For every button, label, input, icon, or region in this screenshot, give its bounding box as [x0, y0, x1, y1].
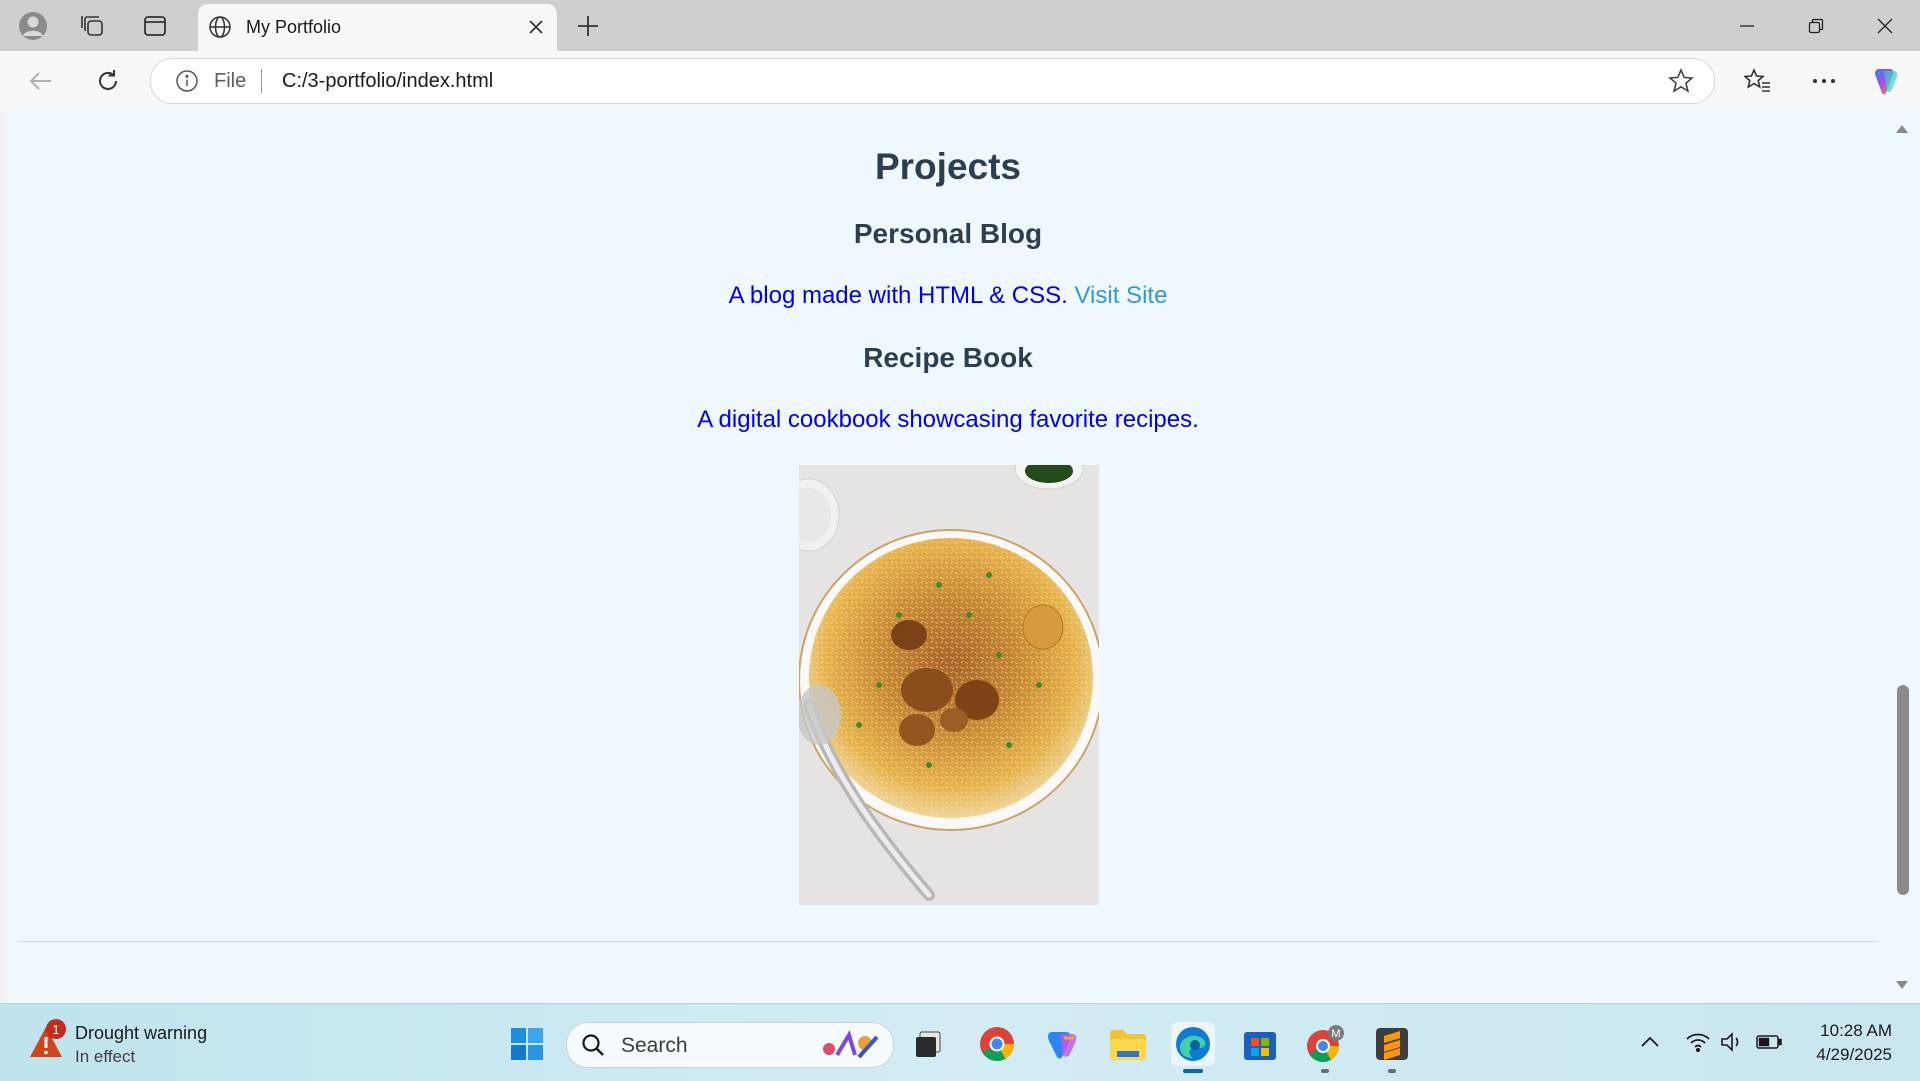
favorite-star-icon[interactable] — [1668, 68, 1694, 94]
url-scheme-label: File — [214, 70, 247, 92]
page-viewport: Projects Personal Blog A blog made with … — [6, 110, 1896, 1003]
edge-app[interactable] — [1171, 1022, 1215, 1073]
search-icon — [582, 1034, 604, 1056]
chrome-app[interactable] — [975, 1022, 1019, 1066]
chrome-icon — [980, 1027, 1014, 1061]
more-options-icon[interactable] — [1804, 61, 1844, 101]
scrollbar-thumb[interactable] — [1897, 685, 1909, 895]
visit-site-link[interactable]: Visit Site — [1074, 282, 1167, 309]
project-description-text: A blog made with HTML & CSS. — [728, 282, 1075, 309]
store-icon — [1244, 1032, 1276, 1060]
close-tab-icon[interactable] — [523, 14, 549, 40]
browser-toolbar: File C:/3-portfolio/index.html — [0, 51, 1920, 110]
weather-subtitle: In effect — [75, 1047, 136, 1066]
address-divider — [261, 69, 262, 93]
weather-widget[interactable]: 1 Drought warning In effect — [28, 1016, 258, 1066]
address-bar[interactable]: File C:/3-portfolio/index.html — [150, 58, 1715, 104]
notification-badge: 1 — [46, 1019, 66, 1039]
project-title: Recipe Book — [863, 342, 1033, 373]
copilot-app[interactable] — [1040, 1022, 1084, 1066]
back-arrow-icon[interactable] — [21, 61, 61, 101]
chrome-profile-app[interactable]: M — [1303, 1022, 1347, 1073]
battery-icon[interactable] — [1755, 1024, 1783, 1060]
project-description: A blog made with HTML & CSS. Visit Site — [6, 282, 1890, 310]
minimize-icon[interactable] — [1713, 0, 1781, 51]
new-tab-icon[interactable] — [570, 8, 606, 44]
wifi-icon[interactable] — [1684, 1024, 1712, 1060]
clock-date[interactable]: 4/29/2025 — [1816, 1045, 1892, 1065]
running-app-indicator — [1321, 1069, 1329, 1073]
sublime-text-app[interactable] — [1370, 1022, 1414, 1073]
sublime-text-icon — [1376, 1028, 1408, 1060]
file-explorer-app[interactable] — [1106, 1022, 1150, 1066]
close-window-icon[interactable] — [1851, 0, 1919, 51]
restore-icon[interactable] — [1782, 0, 1850, 51]
url-text[interactable]: C:/3-portfolio/index.html — [282, 70, 493, 93]
start-button[interactable] — [505, 1022, 549, 1066]
project-title: Personal Blog — [853, 218, 1043, 249]
scroll-up-arrow-icon[interactable] — [1894, 122, 1910, 136]
globe-icon — [206, 13, 234, 41]
taskbar: 1 Drought warning In effect Search M 10:… — [0, 1003, 1920, 1081]
copilot-app-icon — [1048, 1032, 1077, 1059]
microsoft-store-app[interactable] — [1238, 1022, 1282, 1066]
favorites-icon[interactable] — [1738, 61, 1778, 101]
copilot-icon[interactable] — [1866, 61, 1906, 101]
tab-title: My Portfolio — [246, 17, 342, 37]
edge-icon — [1176, 1027, 1210, 1061]
projects-heading: Projects — [874, 146, 1021, 187]
tab-my-portfolio[interactable]: My Portfolio — [198, 4, 557, 51]
running-app-indicator — [1388, 1069, 1396, 1073]
section-divider — [18, 941, 1878, 942]
profile-badge-letter: M — [1331, 1028, 1340, 1040]
search-highlight-icon — [823, 1030, 879, 1059]
scroll-down-arrow-icon[interactable] — [1894, 978, 1910, 992]
chrome-profile-icon: M — [1307, 1025, 1344, 1063]
project-description: A digital cookbook showcasing favorite r… — [697, 406, 1199, 433]
taskbar-search[interactable]: Search — [566, 1022, 894, 1068]
clock-time[interactable]: 10:28 AM — [1820, 1021, 1892, 1041]
windows-logo-icon — [511, 1028, 543, 1060]
volume-icon[interactable] — [1718, 1024, 1746, 1060]
refresh-icon[interactable] — [88, 61, 128, 101]
show-hidden-icons-icon[interactable] — [1636, 1024, 1664, 1060]
task-view-button[interactable] — [906, 1022, 950, 1066]
task-view-icon — [916, 1031, 941, 1057]
profile-avatar-icon[interactable] — [15, 8, 51, 44]
search-placeholder: Search — [621, 1034, 688, 1057]
weather-title: Drought warning — [75, 1023, 208, 1043]
info-icon[interactable] — [175, 69, 199, 93]
workspaces-icon[interactable] — [75, 8, 111, 44]
recipe-food-image — [799, 465, 1099, 905]
active-app-indicator — [1183, 1069, 1203, 1073]
vertical-tabs-icon[interactable] — [137, 8, 173, 44]
tab-strip: My Portfolio — [0, 0, 1920, 51]
folder-icon — [1110, 1030, 1146, 1060]
